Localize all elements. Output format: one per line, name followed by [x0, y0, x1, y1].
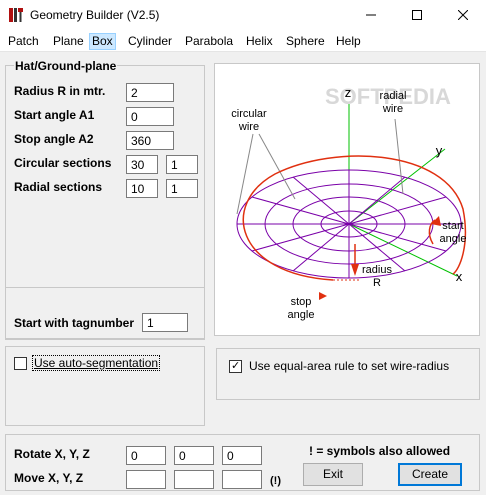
- radius-input[interactable]: [126, 83, 174, 102]
- radial-sections-input-2[interactable]: [166, 179, 198, 198]
- hat-diagram: SOFTPEDIA circular wire radial wire z y …: [214, 63, 480, 336]
- stop-angle-input[interactable]: [126, 131, 174, 150]
- symbols-note: ! = symbols also allowed: [309, 444, 451, 458]
- menu-cylinder[interactable]: Cylinder: [126, 33, 174, 50]
- equal-area-label[interactable]: Use equal-area rule to set wire-radius: [249, 359, 449, 373]
- circular-sections-label: Circular sections: [14, 156, 112, 170]
- rotate-y-input[interactable]: [174, 446, 214, 465]
- circular-sections-input-2[interactable]: [166, 155, 198, 174]
- auto-segmentation-label[interactable]: Use auto-segmentation: [32, 355, 161, 371]
- tagnumber-group: Start with tagnumber: [5, 287, 205, 339]
- start-angle-input[interactable]: [126, 107, 174, 126]
- menu-parabola[interactable]: Parabola: [183, 33, 235, 50]
- minimize-icon: [366, 14, 376, 16]
- radial-wire-label: radial wire: [379, 90, 407, 115]
- radius-diagram-label: radius R: [362, 264, 392, 289]
- move-y-input[interactable]: [174, 470, 214, 489]
- radius-label: Radius R in mtr.: [14, 84, 106, 98]
- circular-wire-label: circular wire: [231, 108, 267, 133]
- group-title: Hat/Ground-plane: [14, 59, 118, 73]
- start-angle-diagram-label: start angle: [439, 220, 467, 245]
- stop-angle-label: Stop angle A2: [14, 132, 94, 146]
- equal-area-group: ✓ Use equal-area rule to set wire-radius: [216, 348, 480, 400]
- menu-plane[interactable]: Plane: [51, 33, 86, 50]
- symbols-hint: (!): [270, 475, 281, 487]
- tools-icon: [9, 8, 23, 22]
- menu-helix[interactable]: Helix: [244, 33, 275, 50]
- tagnumber-label: Start with tagnumber: [14, 316, 135, 330]
- rotate-x-input[interactable]: [126, 446, 166, 465]
- menu-patch[interactable]: Patch: [6, 33, 41, 50]
- axis-x-label: x: [455, 269, 463, 284]
- rotate-label: Rotate X, Y, Z: [14, 447, 90, 461]
- create-button[interactable]: Create: [398, 463, 462, 486]
- transform-group: Rotate X, Y, Z Move X, Y, Z (!) ! = symb…: [5, 434, 480, 491]
- title-bar: Geometry Builder (V2.5): [0, 0, 486, 30]
- window-title: Geometry Builder (V2.5): [30, 8, 160, 22]
- maximize-button[interactable]: [394, 0, 440, 30]
- axis-y-label: y: [435, 143, 443, 158]
- auto-segmentation-group: Use auto-segmentation: [5, 346, 205, 426]
- close-button[interactable]: [440, 0, 486, 30]
- rotate-z-input[interactable]: [222, 446, 262, 465]
- menu-bar: Patch Plane Box Cylinder Parabola Helix …: [0, 30, 486, 52]
- circular-sections-input[interactable]: [126, 155, 158, 174]
- move-label: Move X, Y, Z: [14, 471, 84, 485]
- radial-sections-input[interactable]: [126, 179, 158, 198]
- stop-angle-diagram-label: stop angle: [287, 296, 315, 321]
- menu-sphere[interactable]: Sphere: [284, 33, 327, 50]
- exit-button[interactable]: Exit: [303, 463, 363, 486]
- equal-area-checkbox[interactable]: ✓: [229, 360, 242, 373]
- start-angle-label: Start angle A1: [14, 108, 95, 122]
- diagram-canvas: SOFTPEDIA: [236, 84, 467, 300]
- checkmark-icon: ✓: [231, 360, 241, 372]
- minimize-button[interactable]: [348, 0, 394, 30]
- move-z-input[interactable]: [222, 470, 262, 489]
- radial-sections-label: Radial sections: [14, 180, 103, 194]
- maximize-icon: [412, 10, 422, 20]
- auto-segmentation-checkbox[interactable]: [14, 357, 27, 370]
- menu-help[interactable]: Help: [334, 33, 363, 50]
- tagnumber-input[interactable]: [142, 313, 188, 332]
- menu-box[interactable]: Box: [89, 33, 116, 50]
- axis-z-label: z: [344, 85, 352, 100]
- close-icon: [458, 10, 468, 20]
- move-x-input[interactable]: [126, 470, 166, 489]
